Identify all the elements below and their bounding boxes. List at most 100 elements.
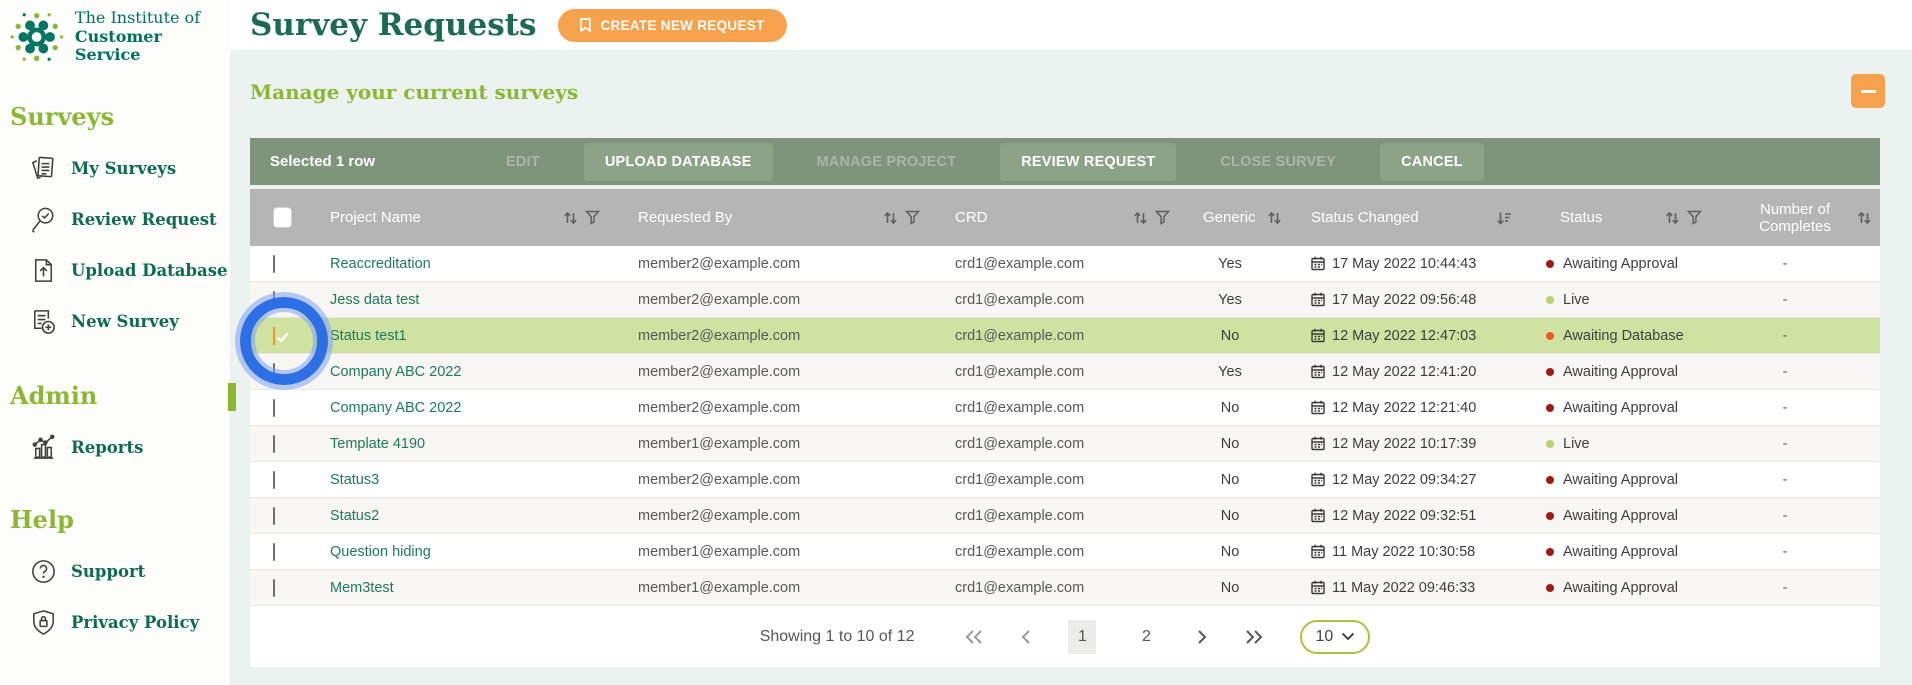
project-name-link[interactable]: Status2 bbox=[308, 508, 608, 524]
status-changed-text: 12 May 2022 12:21:40 bbox=[1332, 399, 1477, 416]
table-row[interactable]: Status test1 member2@example.com crd1@ex… bbox=[250, 318, 1880, 354]
filter-icon[interactable] bbox=[905, 210, 920, 225]
row-checkbox[interactable] bbox=[273, 254, 275, 273]
calendar-icon bbox=[1311, 292, 1325, 307]
sidebar-item-upload-database[interactable]: Upload Database bbox=[28, 245, 230, 296]
chevron-down-icon bbox=[1342, 632, 1355, 641]
sort-icon[interactable] bbox=[1267, 210, 1282, 226]
page-size-select[interactable]: 10 bbox=[1300, 619, 1371, 654]
status-dot bbox=[1546, 439, 1554, 448]
row-checkbox[interactable] bbox=[273, 362, 275, 381]
table-row[interactable]: Status3 member2@example.com crd1@example… bbox=[250, 462, 1880, 498]
page-number-button[interactable]: 1 bbox=[1068, 619, 1097, 654]
double-chevron-left-icon bbox=[966, 629, 983, 644]
cancel-button[interactable]: CANCEL bbox=[1380, 142, 1484, 181]
sidebar-item-reports[interactable]: Reports bbox=[28, 422, 230, 473]
row-checkbox[interactable] bbox=[273, 542, 275, 561]
last-page-button[interactable] bbox=[1244, 629, 1264, 645]
filter-icon[interactable] bbox=[1155, 210, 1170, 225]
select-all-checkbox[interactable] bbox=[273, 207, 292, 228]
column-header-project-name[interactable]: Project Name bbox=[330, 209, 421, 226]
sidebar-item-support[interactable]: Support bbox=[28, 546, 230, 597]
sidebar: The Institute of Customer Service Survey… bbox=[0, 0, 230, 685]
column-header-crd[interactable]: CRD bbox=[955, 209, 988, 226]
filter-icon[interactable] bbox=[585, 210, 600, 225]
status-text: Awaiting Database bbox=[1563, 327, 1684, 344]
sidebar-item-privacy-policy[interactable]: Privacy Policy bbox=[28, 597, 230, 648]
project-name-link[interactable]: Template 4190 bbox=[308, 436, 608, 452]
sort-descending-active-icon[interactable] bbox=[1496, 210, 1512, 226]
column-header-status[interactable]: Status bbox=[1560, 209, 1603, 226]
brand-name-line2: Customer Service bbox=[74, 26, 162, 65]
table-row[interactable]: Reaccreditation member2@example.com crd1… bbox=[250, 246, 1880, 282]
generic-cell: No bbox=[1220, 579, 1240, 596]
sort-icon[interactable] bbox=[1133, 210, 1148, 226]
table-row[interactable]: Jess data test member2@example.com crd1@… bbox=[250, 282, 1880, 318]
table-row[interactable]: Mem3test member1@example.com crd1@exampl… bbox=[250, 570, 1880, 606]
next-page-button[interactable] bbox=[1196, 629, 1208, 645]
project-name-link[interactable]: Company ABC 2022 bbox=[308, 364, 608, 380]
project-name-link[interactable]: Jess data test bbox=[308, 292, 608, 308]
manage-project-button[interactable]: MANAGE PROJECT bbox=[796, 143, 978, 181]
sort-icon[interactable] bbox=[563, 210, 578, 226]
review-request-button[interactable]: REVIEW REQUEST bbox=[1000, 142, 1177, 181]
filter-icon[interactable] bbox=[1687, 210, 1702, 225]
new-document-icon bbox=[34, 310, 55, 334]
project-name-link[interactable]: Company ABC 2022 bbox=[308, 400, 608, 416]
column-header-generic[interactable]: Generic bbox=[1203, 209, 1256, 226]
table-row[interactable]: Status2 member2@example.com crd1@example… bbox=[250, 498, 1880, 534]
status-text: Awaiting Approval bbox=[1563, 471, 1679, 488]
sort-icon[interactable] bbox=[1857, 210, 1872, 226]
table-row[interactable]: Template 4190 member1@example.com crd1@e… bbox=[250, 426, 1880, 462]
brand-name-line1: The Institute of bbox=[74, 8, 201, 28]
table-row[interactable]: Company ABC 2022 member2@example.com crd… bbox=[250, 354, 1880, 390]
column-header-requested-by[interactable]: Requested By bbox=[638, 209, 732, 226]
row-checkbox[interactable] bbox=[273, 578, 275, 597]
row-checkbox[interactable] bbox=[273, 470, 275, 489]
status-changed-text: 11 May 2022 09:46:33 bbox=[1332, 579, 1476, 596]
upload-database-button[interactable]: UPLOAD DATABASE bbox=[583, 142, 773, 181]
column-header-status-changed[interactable]: Status Changed bbox=[1311, 209, 1419, 226]
first-page-button[interactable] bbox=[964, 629, 984, 645]
sidebar-item-my-surveys[interactable]: My Surveys bbox=[28, 143, 230, 194]
completes-cell: - bbox=[1782, 255, 1788, 272]
requested-by-cell: member1@example.com bbox=[638, 543, 801, 560]
status-dot bbox=[1546, 295, 1554, 304]
row-checkbox[interactable] bbox=[273, 398, 275, 417]
row-checkbox[interactable] bbox=[273, 506, 275, 525]
magnifier-check-icon bbox=[31, 207, 54, 233]
sidebar-item-review-request[interactable]: Review Request bbox=[28, 194, 230, 245]
project-name-link[interactable]: Reaccreditation bbox=[308, 256, 608, 272]
page-title: Survey Requests bbox=[250, 7, 537, 43]
project-name-link[interactable]: Status test1 bbox=[308, 328, 608, 344]
question-circle-icon bbox=[32, 560, 55, 583]
completes-cell: - bbox=[1782, 543, 1788, 560]
previous-page-button[interactable] bbox=[1020, 629, 1032, 645]
column-header-number-of-completes[interactable]: Number of Completes bbox=[1747, 201, 1843, 235]
generic-cell: Yes bbox=[1218, 291, 1242, 308]
create-new-request-button[interactable]: CREATE NEW REQUEST bbox=[558, 8, 787, 42]
page-number-button[interactable]: 2 bbox=[1132, 620, 1160, 654]
table-row[interactable]: Company ABC 2022 member2@example.com crd… bbox=[250, 390, 1880, 426]
sidebar-item-new-survey[interactable]: New Survey bbox=[28, 296, 230, 347]
row-checkbox[interactable] bbox=[273, 434, 275, 453]
row-checkbox[interactable] bbox=[273, 326, 289, 345]
requested-by-cell: member1@example.com bbox=[638, 579, 801, 596]
status-dot bbox=[1546, 583, 1554, 592]
status-changed-text: 12 May 2022 12:47:03 bbox=[1332, 327, 1477, 344]
collapse-section-button[interactable] bbox=[1851, 74, 1885, 108]
project-name-link[interactable]: Status3 bbox=[308, 472, 608, 488]
top-bar: Survey Requests CREATE NEW REQUEST bbox=[230, 0, 1912, 50]
sidebar-scroll-indicator bbox=[228, 383, 236, 411]
edit-button[interactable]: EDIT bbox=[485, 143, 561, 181]
sidebar-heading-help: Help bbox=[10, 505, 74, 534]
close-survey-button[interactable]: CLOSE SURVEY bbox=[1199, 143, 1357, 181]
sort-icon[interactable] bbox=[1665, 210, 1680, 226]
project-name-link[interactable]: Mem3test bbox=[308, 580, 608, 596]
row-checkbox[interactable] bbox=[273, 290, 275, 309]
table-row[interactable]: Question hiding member1@example.com crd1… bbox=[250, 534, 1880, 570]
crd-cell: crd1@example.com bbox=[955, 471, 1085, 488]
generic-cell: No bbox=[1220, 435, 1240, 452]
project-name-link[interactable]: Question hiding bbox=[308, 544, 608, 560]
sort-icon[interactable] bbox=[883, 210, 898, 226]
